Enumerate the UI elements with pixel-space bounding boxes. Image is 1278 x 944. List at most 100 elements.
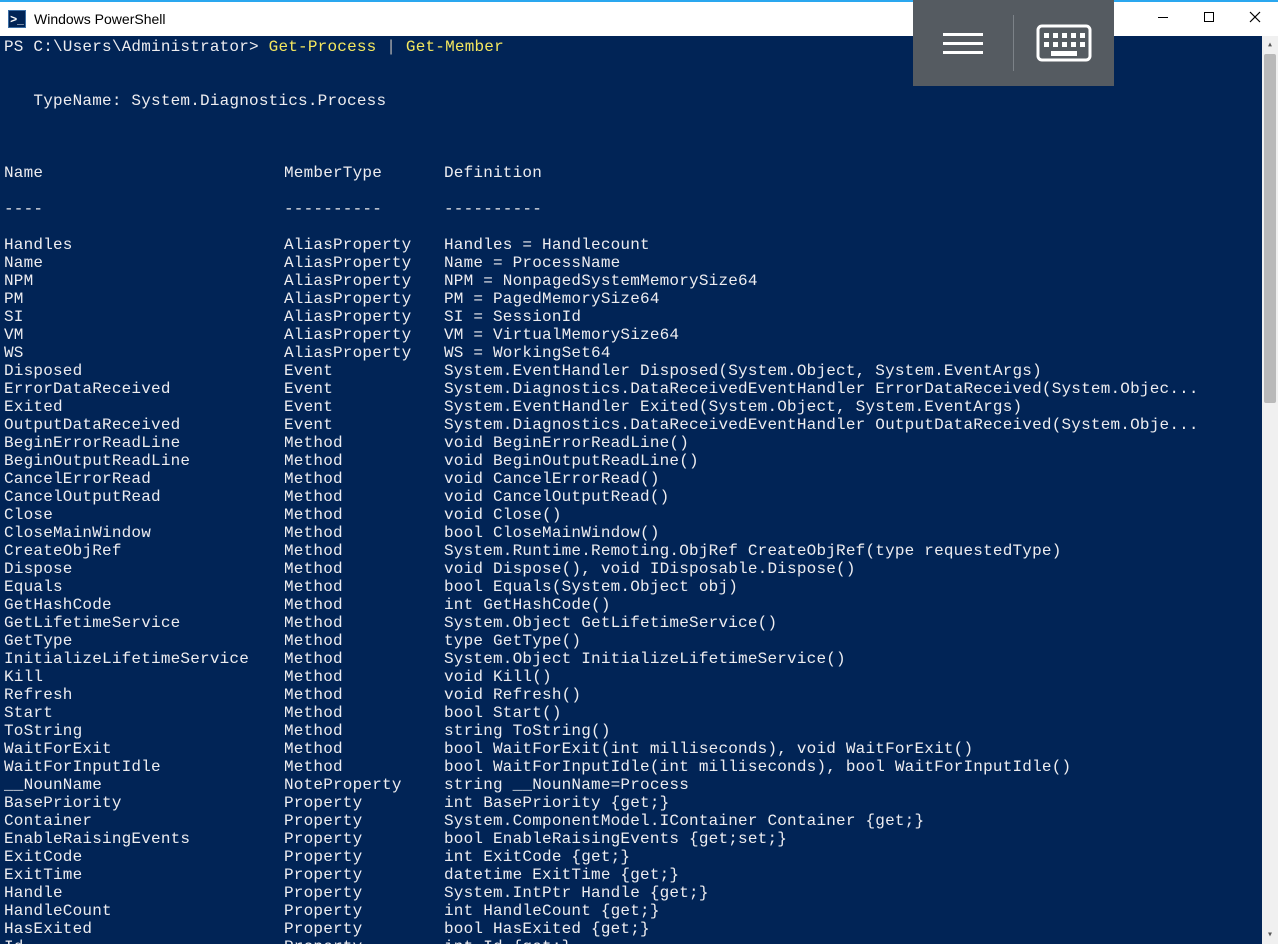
cell-def: string ToString() (444, 722, 1274, 740)
on-screen-keyboard-button[interactable] (1014, 0, 1114, 86)
table-row: WSAliasPropertyWS = WorkingSet64 (4, 344, 1274, 362)
cell-def: type GetType() (444, 632, 1274, 650)
cell-def: void Close() (444, 506, 1274, 524)
table-row: ExitCodePropertyint ExitCode {get;} (4, 848, 1274, 866)
terminal-output[interactable]: PS C:\Users\Administrator> Get-Process |… (0, 36, 1278, 944)
table-row: GetTypeMethodtype GetType() (4, 632, 1274, 650)
maximize-button[interactable] (1186, 2, 1232, 32)
cell-name: Container (4, 812, 284, 830)
cell-name: ExitCode (4, 848, 284, 866)
table-row: HandlesAliasPropertyHandles = Handlecoun… (4, 236, 1274, 254)
cell-type: Method (284, 632, 444, 650)
cell-def: datetime ExitTime {get;} (444, 866, 1274, 884)
minimize-button[interactable] (1140, 2, 1186, 32)
close-button[interactable] (1232, 2, 1278, 32)
window-title: Windows PowerShell (34, 11, 166, 27)
table-row: NameAliasPropertyName = ProcessName (4, 254, 1274, 272)
cell-def: System.IntPtr Handle {get;} (444, 884, 1274, 902)
cell-name: CreateObjRef (4, 542, 284, 560)
table-row: NPMAliasPropertyNPM = NonpagedSystemMemo… (4, 272, 1274, 290)
table-row: ContainerPropertySystem.ComponentModel.I… (4, 812, 1274, 830)
cell-name: OutputDataReceived (4, 416, 284, 434)
cell-type: AliasProperty (284, 272, 444, 290)
scroll-track[interactable] (1262, 54, 1278, 926)
cell-def: void BeginOutputReadLine() (444, 452, 1274, 470)
table-row: __NounNameNotePropertystring __NounName=… (4, 776, 1274, 794)
header-type: MemberType (284, 164, 444, 182)
cell-type: Property (284, 848, 444, 866)
cell-name: ExitTime (4, 866, 284, 884)
cell-type: AliasProperty (284, 236, 444, 254)
cell-def: void Kill() (444, 668, 1274, 686)
cell-def: bool WaitForExit(int milliseconds), void… (444, 740, 1274, 758)
cell-def: WS = WorkingSet64 (444, 344, 1274, 362)
table-row: CancelErrorReadMethodvoid CancelErrorRea… (4, 470, 1274, 488)
cell-type: AliasProperty (284, 254, 444, 272)
scroll-down-arrow-icon[interactable]: ▾ (1262, 926, 1278, 944)
cell-name: CancelOutputRead (4, 488, 284, 506)
cell-name: InitializeLifetimeService (4, 650, 284, 668)
cell-def: void CancelErrorRead() (444, 470, 1274, 488)
cell-name: Close (4, 506, 284, 524)
cell-def: bool WaitForInputIdle(int milliseconds),… (444, 758, 1274, 776)
cell-def: System.Diagnostics.DataReceivedEventHand… (444, 380, 1274, 398)
command-1: Get-Process (269, 38, 377, 56)
cell-def: PM = PagedMemorySize64 (444, 290, 1274, 308)
cell-name: GetHashCode (4, 596, 284, 614)
cell-type: Method (284, 740, 444, 758)
cell-name: __NounName (4, 776, 284, 794)
cell-name: Exited (4, 398, 284, 416)
cell-type: Property (284, 938, 444, 944)
cell-type: AliasProperty (284, 344, 444, 362)
cell-type: Method (284, 578, 444, 596)
table-row: DisposeMethodvoid Dispose(), void IDispo… (4, 560, 1274, 578)
scroll-thumb[interactable] (1264, 54, 1276, 403)
cell-def: Handles = Handlecount (444, 236, 1274, 254)
cell-name: HandleCount (4, 902, 284, 920)
cell-type: Property (284, 920, 444, 938)
cell-def: int Id {get;} (444, 938, 1274, 944)
table-row: WaitForExitMethodbool WaitForExit(int mi… (4, 740, 1274, 758)
cell-type: Property (284, 812, 444, 830)
cell-name: WS (4, 344, 284, 362)
cell-def: void Refresh() (444, 686, 1274, 704)
cell-name: SI (4, 308, 284, 326)
cell-type: AliasProperty (284, 308, 444, 326)
cell-name: CancelErrorRead (4, 470, 284, 488)
cell-type: Property (284, 794, 444, 812)
cell-name: Equals (4, 578, 284, 596)
cell-name: Start (4, 704, 284, 722)
cell-type: Method (284, 470, 444, 488)
cell-def: int GetHashCode() (444, 596, 1274, 614)
table-row: VMAliasPropertyVM = VirtualMemorySize64 (4, 326, 1274, 344)
cell-name: Dispose (4, 560, 284, 578)
table-row: EnableRaisingEventsPropertybool EnableRa… (4, 830, 1274, 848)
cell-type: NoteProperty (284, 776, 444, 794)
cell-type: Event (284, 362, 444, 380)
vertical-scrollbar[interactable]: ▴ ▾ (1262, 36, 1278, 944)
cell-def: VM = VirtualMemorySize64 (444, 326, 1274, 344)
hamburger-menu-button[interactable] (913, 0, 1013, 86)
prompt-line: PS C:\Users\Administrator> Get-Process |… (4, 38, 504, 56)
table-row: OutputDataReceivedEventSystem.Diagnostic… (4, 416, 1274, 434)
table-row: KillMethodvoid Kill() (4, 668, 1274, 686)
table-row: EqualsMethodbool Equals(System.Object ob… (4, 578, 1274, 596)
cell-name: Refresh (4, 686, 284, 704)
cell-type: Method (284, 668, 444, 686)
table-row: CancelOutputReadMethodvoid CancelOutputR… (4, 488, 1274, 506)
cell-name: PM (4, 290, 284, 308)
cell-type: Method (284, 524, 444, 542)
cell-name: Name (4, 254, 284, 272)
cell-name: HasExited (4, 920, 284, 938)
powershell-window: >_ Windows PowerShell (0, 0, 1278, 944)
cell-type: Event (284, 398, 444, 416)
table-row: HasExitedPropertybool HasExited {get;} (4, 920, 1274, 938)
cell-name: GetLifetimeService (4, 614, 284, 632)
table-row: ToStringMethodstring ToString() (4, 722, 1274, 740)
table-row: DisposedEventSystem.EventHandler Dispose… (4, 362, 1274, 380)
cell-def: void Dispose(), void IDisposable.Dispose… (444, 560, 1274, 578)
cell-def: bool EnableRaisingEvents {get;set;} (444, 830, 1274, 848)
scroll-up-arrow-icon[interactable]: ▴ (1262, 36, 1278, 54)
cell-def: int HandleCount {get;} (444, 902, 1274, 920)
cell-def: Name = ProcessName (444, 254, 1274, 272)
